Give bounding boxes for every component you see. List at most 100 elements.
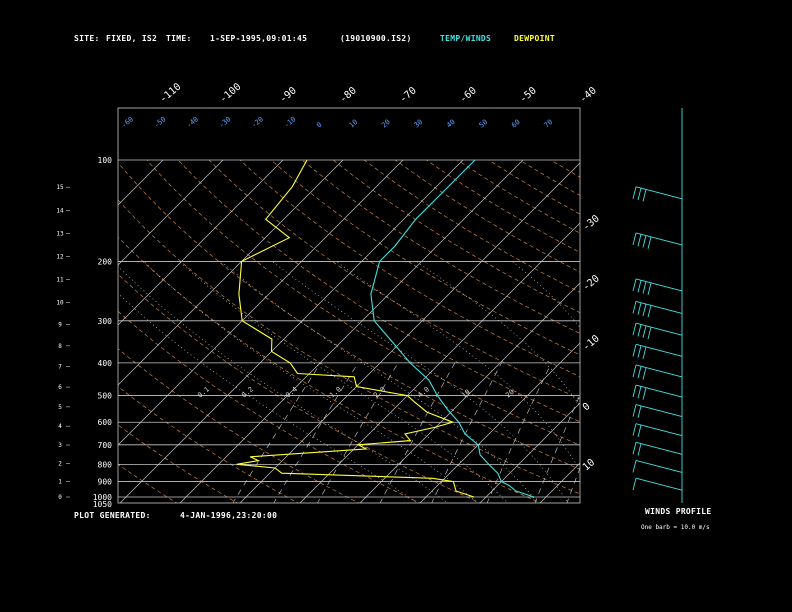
pressure-label: 900 — [98, 478, 113, 487]
pressure-label: 1050 — [93, 500, 112, 509]
wind-barb-shaft — [635, 300, 683, 314]
height-tick-label: 13 — [56, 230, 64, 237]
wind-barb-flag — [647, 305, 652, 318]
dry-adiabat-label: 10 — [348, 118, 360, 130]
wind-barb-shaft — [635, 460, 683, 473]
wind-barb-flag — [637, 366, 642, 379]
dry-adiabat — [208, 159, 580, 400]
wind-barb-shaft — [635, 364, 683, 378]
dry-adiabat — [582, 160, 792, 504]
wind-barb-flag — [637, 280, 642, 293]
wind-barb-flag — [637, 424, 642, 438]
isotherm — [659, 160, 792, 504]
pressure-label: 800 — [98, 460, 113, 469]
isotherm — [719, 160, 792, 504]
dry-adiabat — [239, 159, 580, 378]
dry-adiabat — [519, 159, 580, 196]
mixing-ratio-line — [317, 362, 399, 503]
top-temperature-label: -70 — [398, 85, 419, 105]
dry-adiabat-label: 20 — [380, 118, 392, 130]
pressure-label: 300 — [98, 317, 113, 326]
height-tick-label: 7 — [58, 364, 62, 371]
wind-barb-flag — [647, 326, 652, 340]
mixing-ratio-line — [273, 362, 359, 503]
moist-adiabat — [606, 261, 689, 504]
right-temperature-label: -30 — [581, 213, 602, 233]
dry-adiabat — [118, 463, 178, 503]
right-temperature-label: 0 — [581, 401, 593, 413]
plot-area — [0, 159, 792, 504]
wind-barb-flag — [632, 384, 637, 398]
wind-barb-flag — [642, 303, 647, 317]
right-temperature-label: -10 — [581, 333, 602, 353]
top-temperature-label: -90 — [278, 85, 299, 105]
dry-adiabat — [395, 159, 580, 273]
wind-barb-flag — [632, 323, 637, 336]
winds-profile-panel — [632, 108, 683, 503]
wind-barb-flag — [632, 460, 637, 473]
dry-adiabat — [118, 199, 580, 495]
wind-barb-flag — [632, 423, 637, 436]
wind-barb-flag — [642, 281, 647, 294]
pressure-label: 700 — [98, 441, 113, 450]
height-tick-label: 14 — [56, 207, 64, 214]
dry-adiabat — [457, 159, 580, 234]
dry-adiabat-label: 30 — [413, 118, 425, 130]
height-tick-label: 5 — [58, 404, 62, 411]
moist-adiabat — [336, 261, 580, 471]
wind-barb-flag — [642, 325, 647, 338]
wind-barb-shaft — [635, 384, 683, 398]
wind-barb-flag — [637, 302, 642, 315]
isotherm — [479, 402, 580, 503]
isotherm — [0, 160, 43, 504]
wind-barb-flag — [632, 364, 637, 378]
wind-barb-shaft — [635, 343, 683, 357]
isotherm — [779, 160, 792, 504]
mixing-ratio-line — [379, 362, 456, 503]
wind-barb-shaft — [635, 441, 683, 455]
wind-barb-shaft — [635, 423, 683, 437]
height-tick-label: 4 — [58, 423, 62, 430]
mixing-ratio-line — [566, 467, 580, 503]
wind-barb-shaft — [635, 322, 683, 336]
isotherm — [599, 160, 792, 504]
mixing-ratio-label: 20 — [504, 388, 516, 400]
moist-adiabat — [118, 293, 418, 503]
wind-barb-flag — [637, 405, 642, 418]
wind-barb-flag — [632, 404, 637, 417]
wind-barb-flag — [637, 324, 642, 337]
wind-barb-shaft — [635, 278, 683, 292]
wind-barb-flag — [632, 232, 637, 246]
isotherm — [118, 159, 224, 266]
dry-adiabat — [644, 160, 792, 504]
dry-adiabat-label: -10 — [283, 115, 298, 129]
dry-adiabat — [118, 273, 482, 503]
wind-barb-shaft — [635, 232, 683, 246]
pressure-label: 500 — [98, 392, 113, 401]
wind-barb-shaft — [635, 186, 683, 200]
height-tick-label: 6 — [58, 384, 62, 391]
wind-barb-flag — [632, 478, 637, 491]
top-temperature-label: -40 — [578, 85, 599, 105]
mixing-ratio-line — [431, 362, 502, 503]
wind-barb-flag — [637, 443, 642, 456]
dry-adiabat-label: -50 — [153, 115, 168, 129]
wind-barb-flag — [632, 344, 637, 357]
top-temperature-label: -80 — [338, 85, 359, 105]
pressure-label: 400 — [98, 359, 113, 368]
height-tick-label: 11 — [56, 277, 64, 284]
height-tick-label: 0 — [58, 494, 62, 501]
dry-adiabat — [613, 160, 792, 504]
dry-adiabat — [488, 159, 580, 215]
height-tick-label: 2 — [58, 460, 62, 467]
pressure-label: 100 — [98, 156, 113, 165]
top-temperature-label: -110 — [158, 81, 184, 105]
dry-adiabat — [118, 386, 299, 503]
wind-barb-flag — [632, 442, 637, 455]
wind-barb-flag — [632, 186, 637, 199]
mixing-ratio-label: 0.2 — [240, 385, 255, 399]
wind-barb-flag — [642, 387, 647, 400]
wind-barb-flag — [632, 278, 637, 292]
height-tick-label: 10 — [56, 299, 64, 306]
dry-adiabat-label: 60 — [510, 118, 522, 130]
